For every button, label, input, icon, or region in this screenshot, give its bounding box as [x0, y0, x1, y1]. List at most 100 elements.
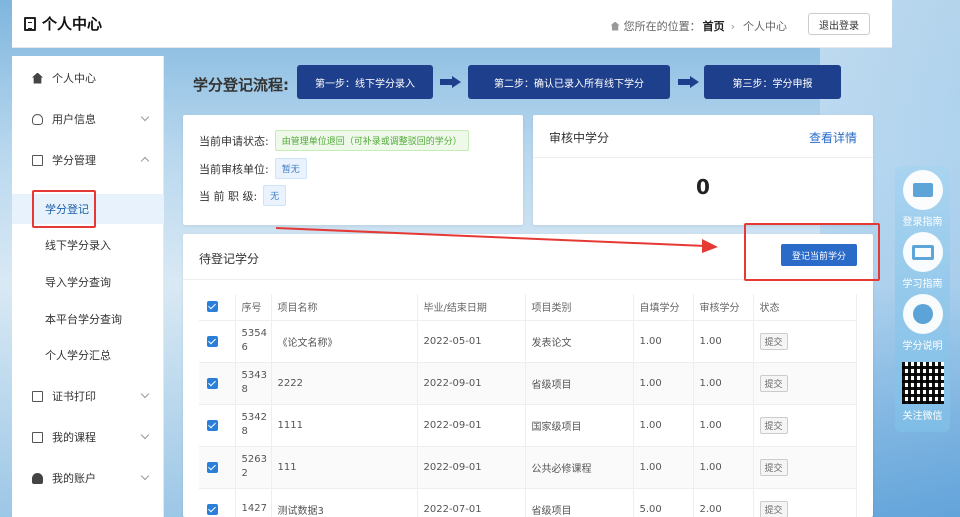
row-audit-credit: 2.00	[693, 488, 754, 517]
sidebar-item-label: 我的课程	[52, 431, 96, 444]
checkbox[interactable]	[207, 419, 218, 431]
row-name: 111	[271, 446, 418, 489]
highlight-box-credit-register	[32, 190, 96, 228]
apply-state-row: 当前申请状态: 由管理单位退回（可补录或调整驳回的学分）	[199, 130, 469, 151]
sidebar-item-label: 个人中心	[52, 72, 96, 85]
sidebar-item-my-courses[interactable]: 我的课程	[12, 422, 164, 452]
header-status: 状态	[753, 294, 857, 321]
review-credit-value: 0	[696, 175, 710, 199]
sidebar-item-credit-management[interactable]: 学分管理	[12, 145, 164, 175]
submit-button[interactable]: 提交	[759, 500, 788, 517]
checkbox[interactable]	[207, 335, 218, 347]
row-status: 提交	[753, 488, 857, 517]
row-audit-credit: 1.00	[693, 446, 754, 489]
row-self-credit: 1.00	[633, 404, 694, 447]
right-float-panel: 登录指南 学习指南 学分说明 关注微信	[895, 166, 950, 432]
header-select-all[interactable]	[199, 294, 236, 321]
checkbox[interactable]	[207, 377, 218, 389]
monitor-icon	[902, 232, 943, 272]
title-level-row: 当 前 职 级: 无	[199, 185, 287, 206]
arrow-right-icon	[678, 76, 700, 88]
sidebar-item-label: 我的账户	[52, 472, 96, 485]
row-id-part: 5342	[241, 412, 267, 423]
study-guide-button[interactable]: 学习指南	[895, 228, 950, 294]
flow-step-2: 第二步：确认已录入所有线下学分	[468, 65, 670, 99]
printer-icon	[32, 390, 43, 402]
breadcrumb-home[interactable]: 首页	[703, 18, 725, 34]
row-date: 2022-05-01	[417, 320, 526, 363]
row-date: 2022-07-01	[417, 488, 526, 517]
study-guide-label: 学习指南	[902, 279, 943, 290]
logout-button[interactable]: 退出登录	[808, 13, 870, 35]
row-name: 1111	[271, 404, 418, 447]
row-id-part: 6	[241, 342, 248, 353]
row-select	[199, 446, 236, 489]
row-self-credit: 5.00	[633, 488, 694, 517]
header-self-credit: 自填学分	[633, 294, 694, 321]
row-id-part: 5343	[241, 370, 267, 381]
sidebar-item-personal-center[interactable]: 个人中心	[12, 63, 164, 93]
sidebar-subitem-platform-query[interactable]: 本平台学分查询	[12, 304, 164, 334]
row-id-part: 8	[241, 384, 248, 395]
login-guide-icon	[902, 170, 943, 210]
header-audit-credit: 审核学分	[693, 294, 754, 321]
sidebar-item-my-account[interactable]: 我的账户	[12, 463, 164, 493]
row-id: 5343 8	[235, 362, 272, 405]
chevron-down-icon	[140, 430, 150, 440]
book-icon	[32, 154, 43, 166]
apply-state-badge: 由管理单位退回（可补录或调整驳回的学分）	[274, 130, 469, 151]
arrow-right-icon	[440, 76, 462, 88]
submit-button[interactable]: 提交	[759, 332, 788, 350]
table-row: 5342 8 1111 2022-09-01 国家级项目 1.00 1.00 提交	[199, 404, 857, 447]
title-level-label: 当 前 职 级:	[199, 189, 258, 203]
credit-info-icon	[902, 294, 943, 334]
row-type: 省级项目	[525, 362, 634, 405]
pending-credit-table: 序号 项目名称 毕业/结束日期 项目类别 自填学分 审核学分 状态 5354 6 …	[199, 294, 857, 517]
row-id-part: 1427	[241, 503, 267, 514]
sidebar-subitem-summary[interactable]: 个人学分汇总	[12, 340, 164, 370]
row-self-credit: 1.00	[633, 362, 694, 405]
header-project-name: 项目名称	[271, 294, 418, 321]
row-select	[199, 362, 236, 405]
checkbox[interactable]	[207, 301, 218, 313]
row-id-part: 5354	[241, 328, 267, 339]
checkbox[interactable]	[207, 461, 218, 473]
flow-step-3: 第三步：学分申报	[704, 65, 841, 99]
row-name: 《论文名称》	[271, 320, 418, 363]
table-row: 5354 6 《论文名称》 2022-05-01 发表论文 1.00 1.00 提…	[199, 320, 857, 363]
row-status: 提交	[753, 404, 857, 447]
header-project-type: 项目类别	[525, 294, 634, 321]
page-header: 个人中心 您所在的位置： 首页 › 个人中心 退出登录	[12, 0, 892, 48]
submit-button[interactable]: 提交	[759, 416, 788, 434]
sidebar-subitem-offline-entry[interactable]: 线下学分录入	[12, 230, 164, 260]
title-level-badge: 无	[263, 185, 287, 206]
wechat-follow-button[interactable]: 关注微信	[895, 356, 950, 422]
row-type: 发表论文	[525, 320, 634, 363]
chevron-up-icon	[140, 156, 150, 166]
annotation-arrow	[275, 227, 718, 253]
sidebar-item-certificate-print[interactable]: 证书打印	[12, 381, 164, 411]
submit-button[interactable]: 提交	[759, 374, 788, 392]
chevron-down-icon	[140, 112, 150, 122]
qr-code-icon	[901, 362, 944, 404]
sidebar-item-user-info[interactable]: 用户信息	[12, 104, 164, 134]
sidebar-subitem-import-query[interactable]: 导入学分查询	[12, 267, 164, 297]
row-audit-credit: 1.00	[693, 362, 754, 405]
row-name: 测试数据3	[271, 488, 418, 517]
chevron-down-icon	[140, 471, 150, 481]
review-card: 审核中学分 查看详情 0	[533, 115, 873, 225]
row-id-part: 8	[241, 426, 248, 437]
account-icon	[32, 472, 43, 484]
row-id-part: 2	[241, 468, 248, 479]
submit-button[interactable]: 提交	[759, 458, 788, 476]
row-select	[199, 320, 236, 363]
row-type: 公共必修课程	[525, 446, 634, 489]
view-details-link[interactable]: 查看详情	[809, 129, 857, 146]
breadcrumb-prefix: 您所在的位置：	[623, 20, 701, 33]
row-select	[199, 488, 236, 517]
credit-info-button[interactable]: 学分说明	[895, 290, 950, 356]
login-guide-button[interactable]: 登录指南	[895, 166, 950, 232]
sidebar: 个人中心 用户信息 学分管理 学分登记 线下学分录入 导入学分查询 本平台学分查…	[12, 56, 164, 517]
flow-title: 学分登记流程:	[193, 76, 289, 94]
checkbox[interactable]	[207, 503, 218, 515]
